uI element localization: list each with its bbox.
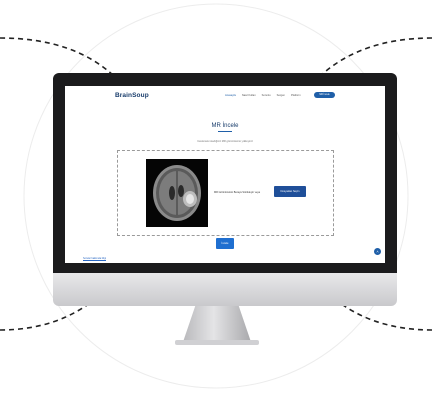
page-subtitle: Incelemek istediğiniz MR görüntüsünü yük… bbox=[197, 140, 253, 143]
nav-cta-button[interactable]: MR İncele bbox=[314, 92, 335, 98]
monitor-base bbox=[175, 340, 259, 345]
app-logo[interactable]: BrainSoup bbox=[115, 92, 149, 99]
top-nav: Anasayfa Nasıl Kullan Sorunlu Sergen Pla… bbox=[225, 94, 301, 97]
page-title: MR İncele bbox=[211, 123, 239, 129]
choose-file-button[interactable]: Dosyadan Seçin bbox=[274, 186, 306, 197]
app-screen: BrainSoup Anasayfa Nasıl Kullan Sorunlu … bbox=[65, 86, 385, 263]
mri-preview-image bbox=[146, 159, 208, 227]
title-underline bbox=[218, 131, 232, 132]
imac-monitor: BrainSoup Anasayfa Nasıl Kullan Sorunlu … bbox=[53, 73, 397, 306]
monitor-bezel: BrainSoup Anasayfa Nasıl Kullan Sorunlu … bbox=[53, 73, 397, 273]
nav-item-issues[interactable]: Sorunlu bbox=[262, 94, 271, 97]
upload-prompt: MR Görüntüsünü Buraya Sürükleyin veya bbox=[214, 191, 260, 194]
upload-dropzone[interactable]: MR Görüntüsünü Buraya Sürükleyin veya Do… bbox=[117, 150, 334, 236]
monitor-chin bbox=[53, 273, 397, 306]
brain-scan-graphic bbox=[153, 165, 201, 221]
nav-item-how-to[interactable]: Nasıl Kullan bbox=[242, 94, 256, 97]
nav-item-platform[interactable]: Platform bbox=[291, 94, 301, 97]
nav-item-home[interactable]: Anasayfa bbox=[225, 94, 236, 97]
analyze-button[interactable]: İncele bbox=[216, 238, 234, 249]
app-header: BrainSoup Anasayfa Nasıl Kullan Sorunlu … bbox=[65, 86, 385, 110]
nav-item-sergen[interactable]: Sergen bbox=[277, 94, 285, 97]
chevron-up-icon[interactable]: ˄ bbox=[374, 248, 381, 255]
footer-link[interactable]: Sorular hakkında bilgi bbox=[83, 257, 106, 260]
